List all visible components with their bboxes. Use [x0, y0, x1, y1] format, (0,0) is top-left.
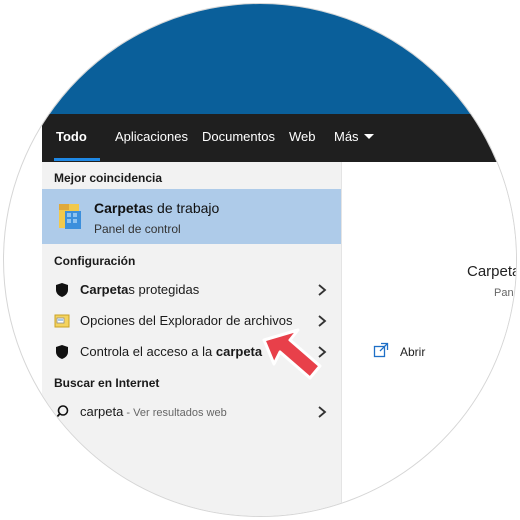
preview-title: Carpeta: [467, 263, 517, 280]
tab-todo-label: Todo: [56, 129, 87, 144]
best-match-title: Carpetas de trabajo: [94, 200, 219, 216]
tab-mas[interactable]: Más: [334, 114, 374, 162]
section-best-match: Mejor coincidencia: [54, 171, 163, 185]
tab-todo[interactable]: Todo: [56, 114, 87, 162]
active-tab-indicator: [54, 158, 100, 161]
tab-aplicaciones[interactable]: Aplicaciones: [115, 114, 188, 162]
pointer-arrow-icon: [262, 328, 322, 380]
tab-aplicaciones-label: Aplicaciones: [115, 129, 188, 144]
open-action-label[interactable]: Abrir: [400, 345, 425, 359]
zoom-circle: Todo Aplicaciones Documentos Web Más Mej…: [3, 3, 517, 517]
tab-web[interactable]: Web: [289, 114, 316, 162]
tab-web-label: Web: [289, 129, 316, 144]
settings-item-label: Carpetas protegidas: [80, 282, 199, 297]
desktop-wallpaper: [4, 4, 516, 116]
preview-pane: Carpeta Pane Abrir: [341, 162, 517, 516]
open-icon[interactable]: [373, 342, 389, 358]
tab-mas-label: Más: [334, 129, 359, 144]
tab-documentos-label: Documentos: [202, 129, 275, 144]
best-match-title-rest: s de trabajo: [146, 200, 220, 216]
folder-options-icon: [54, 314, 70, 328]
best-match-title-bold: Carpeta: [94, 200, 147, 216]
settings-item-protected-folders[interactable]: Carpetas protegidas: [42, 275, 341, 305]
settings-item-bold: carpeta: [215, 344, 263, 359]
settings-item-label: Controla el acceso a la carpeta: [80, 344, 262, 359]
section-settings: Configuración: [54, 254, 136, 268]
settings-item-rest: s protegidas: [128, 282, 200, 297]
search-tab-bar: Todo Aplicaciones Documentos Web Más: [42, 114, 516, 162]
web-search-suffix: - Ver resultados web: [123, 407, 227, 419]
chevron-right-icon[interactable]: [316, 283, 328, 297]
search-icon: [54, 405, 69, 420]
chevron-right-icon[interactable]: [316, 405, 328, 419]
settings-item-bold: Carpeta: [80, 282, 129, 297]
web-search-item[interactable]: carpeta - Ver resultados web: [42, 397, 341, 427]
best-match-item[interactable]: Carpetas de trabajo Panel de control: [42, 189, 341, 244]
preview-subtitle: Pane: [494, 287, 516, 299]
web-search-query: carpeta: [80, 404, 124, 419]
best-match-subtitle: Panel de control: [94, 222, 181, 236]
chevron-down-icon: [363, 134, 374, 140]
shield-icon: [56, 345, 68, 359]
section-internet-search: Buscar en Internet: [54, 376, 160, 390]
web-search-label: carpeta - Ver resultados web: [80, 404, 227, 419]
tab-documentos[interactable]: Documentos: [202, 114, 275, 162]
shield-icon: [56, 283, 68, 297]
settings-item-prefix: Controla el acceso a la: [80, 344, 216, 359]
work-folders-icon: [59, 204, 81, 229]
